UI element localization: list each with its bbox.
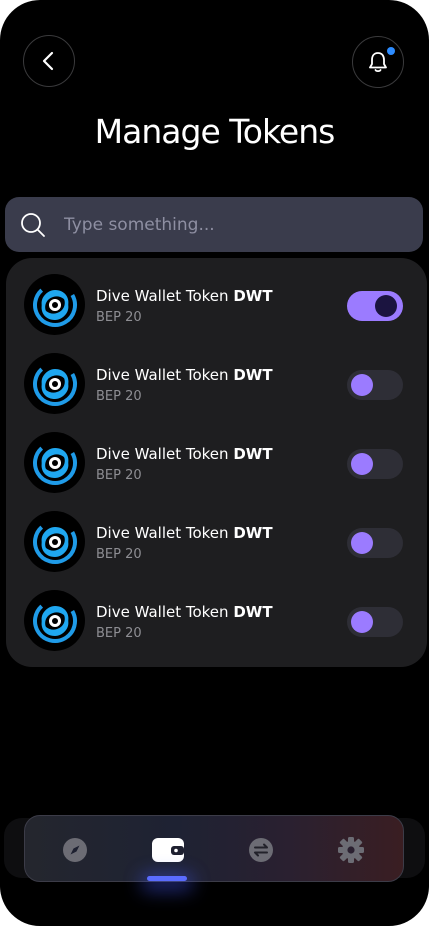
token-name: Dive Wallet Token DWT — [96, 524, 273, 542]
token-symbol: DWT — [233, 366, 273, 384]
token-name: Dive Wallet Token DWT — [96, 445, 273, 463]
token-toggle[interactable] — [347, 449, 403, 479]
phone-screen: Manage Tokens Dive Wallet Token DWT BEP … — [0, 0, 429, 926]
toggle-knob — [351, 611, 373, 633]
tab-explore[interactable] — [45, 816, 105, 883]
dive-wallet-logo-icon — [24, 353, 85, 414]
token-chain: BEP 20 — [96, 389, 142, 404]
toggle-knob — [351, 453, 373, 475]
token-toggle[interactable] — [347, 291, 403, 321]
token-row: Dive Wallet Token DWT BEP 20 — [24, 353, 424, 415]
dive-wallet-logo-icon — [24, 274, 85, 335]
tab-wallet[interactable] — [138, 816, 198, 883]
token-symbol: DWT — [233, 524, 273, 542]
token-name: Dive Wallet Token DWT — [96, 603, 273, 621]
toggle-knob — [375, 295, 397, 317]
active-tab-indicator — [147, 876, 187, 881]
token-chain: BEP 20 — [96, 468, 142, 483]
tab-settings[interactable] — [321, 816, 381, 883]
token-chain: BEP 20 — [96, 547, 142, 562]
swap-icon — [249, 837, 273, 862]
gear-icon — [338, 836, 364, 863]
token-toggle[interactable] — [347, 528, 403, 558]
token-name: Dive Wallet Token DWT — [96, 287, 273, 305]
dive-wallet-logo-icon — [24, 432, 85, 493]
token-chain: BEP 20 — [96, 310, 142, 325]
token-symbol: DWT — [233, 287, 273, 305]
search-icon — [5, 197, 61, 252]
tab-swap[interactable] — [231, 816, 291, 883]
dive-wallet-logo-icon — [24, 511, 85, 572]
token-list: Dive Wallet Token DWT BEP 20 Dive Wallet… — [6, 258, 427, 667]
token-name: Dive Wallet Token DWT — [96, 366, 273, 384]
back-button[interactable] — [23, 35, 75, 87]
notifications-button[interactable] — [352, 36, 404, 88]
wallet-icon — [152, 837, 184, 862]
chevron-left-icon — [42, 51, 54, 71]
token-row: Dive Wallet Token DWT BEP 20 — [24, 432, 424, 494]
token-row: Dive Wallet Token DWT BEP 20 — [24, 511, 424, 573]
toggle-knob — [351, 374, 373, 396]
token-row: Dive Wallet Token DWT BEP 20 — [24, 274, 424, 336]
token-toggle[interactable] — [347, 607, 403, 637]
bottom-tab-bar — [24, 815, 404, 882]
token-symbol: DWT — [233, 445, 273, 463]
compass-icon — [63, 837, 87, 862]
search-input[interactable] — [61, 214, 423, 235]
toggle-knob — [351, 532, 373, 554]
token-symbol: DWT — [233, 603, 273, 621]
notification-dot — [387, 47, 395, 55]
token-toggle[interactable] — [347, 370, 403, 400]
token-chain: BEP 20 — [96, 626, 142, 641]
dive-wallet-logo-icon — [24, 590, 85, 651]
search-bar[interactable] — [5, 197, 423, 252]
token-row: Dive Wallet Token DWT BEP 20 — [24, 590, 424, 652]
bell-icon — [369, 52, 387, 73]
page-title: Manage Tokens — [94, 112, 336, 151]
